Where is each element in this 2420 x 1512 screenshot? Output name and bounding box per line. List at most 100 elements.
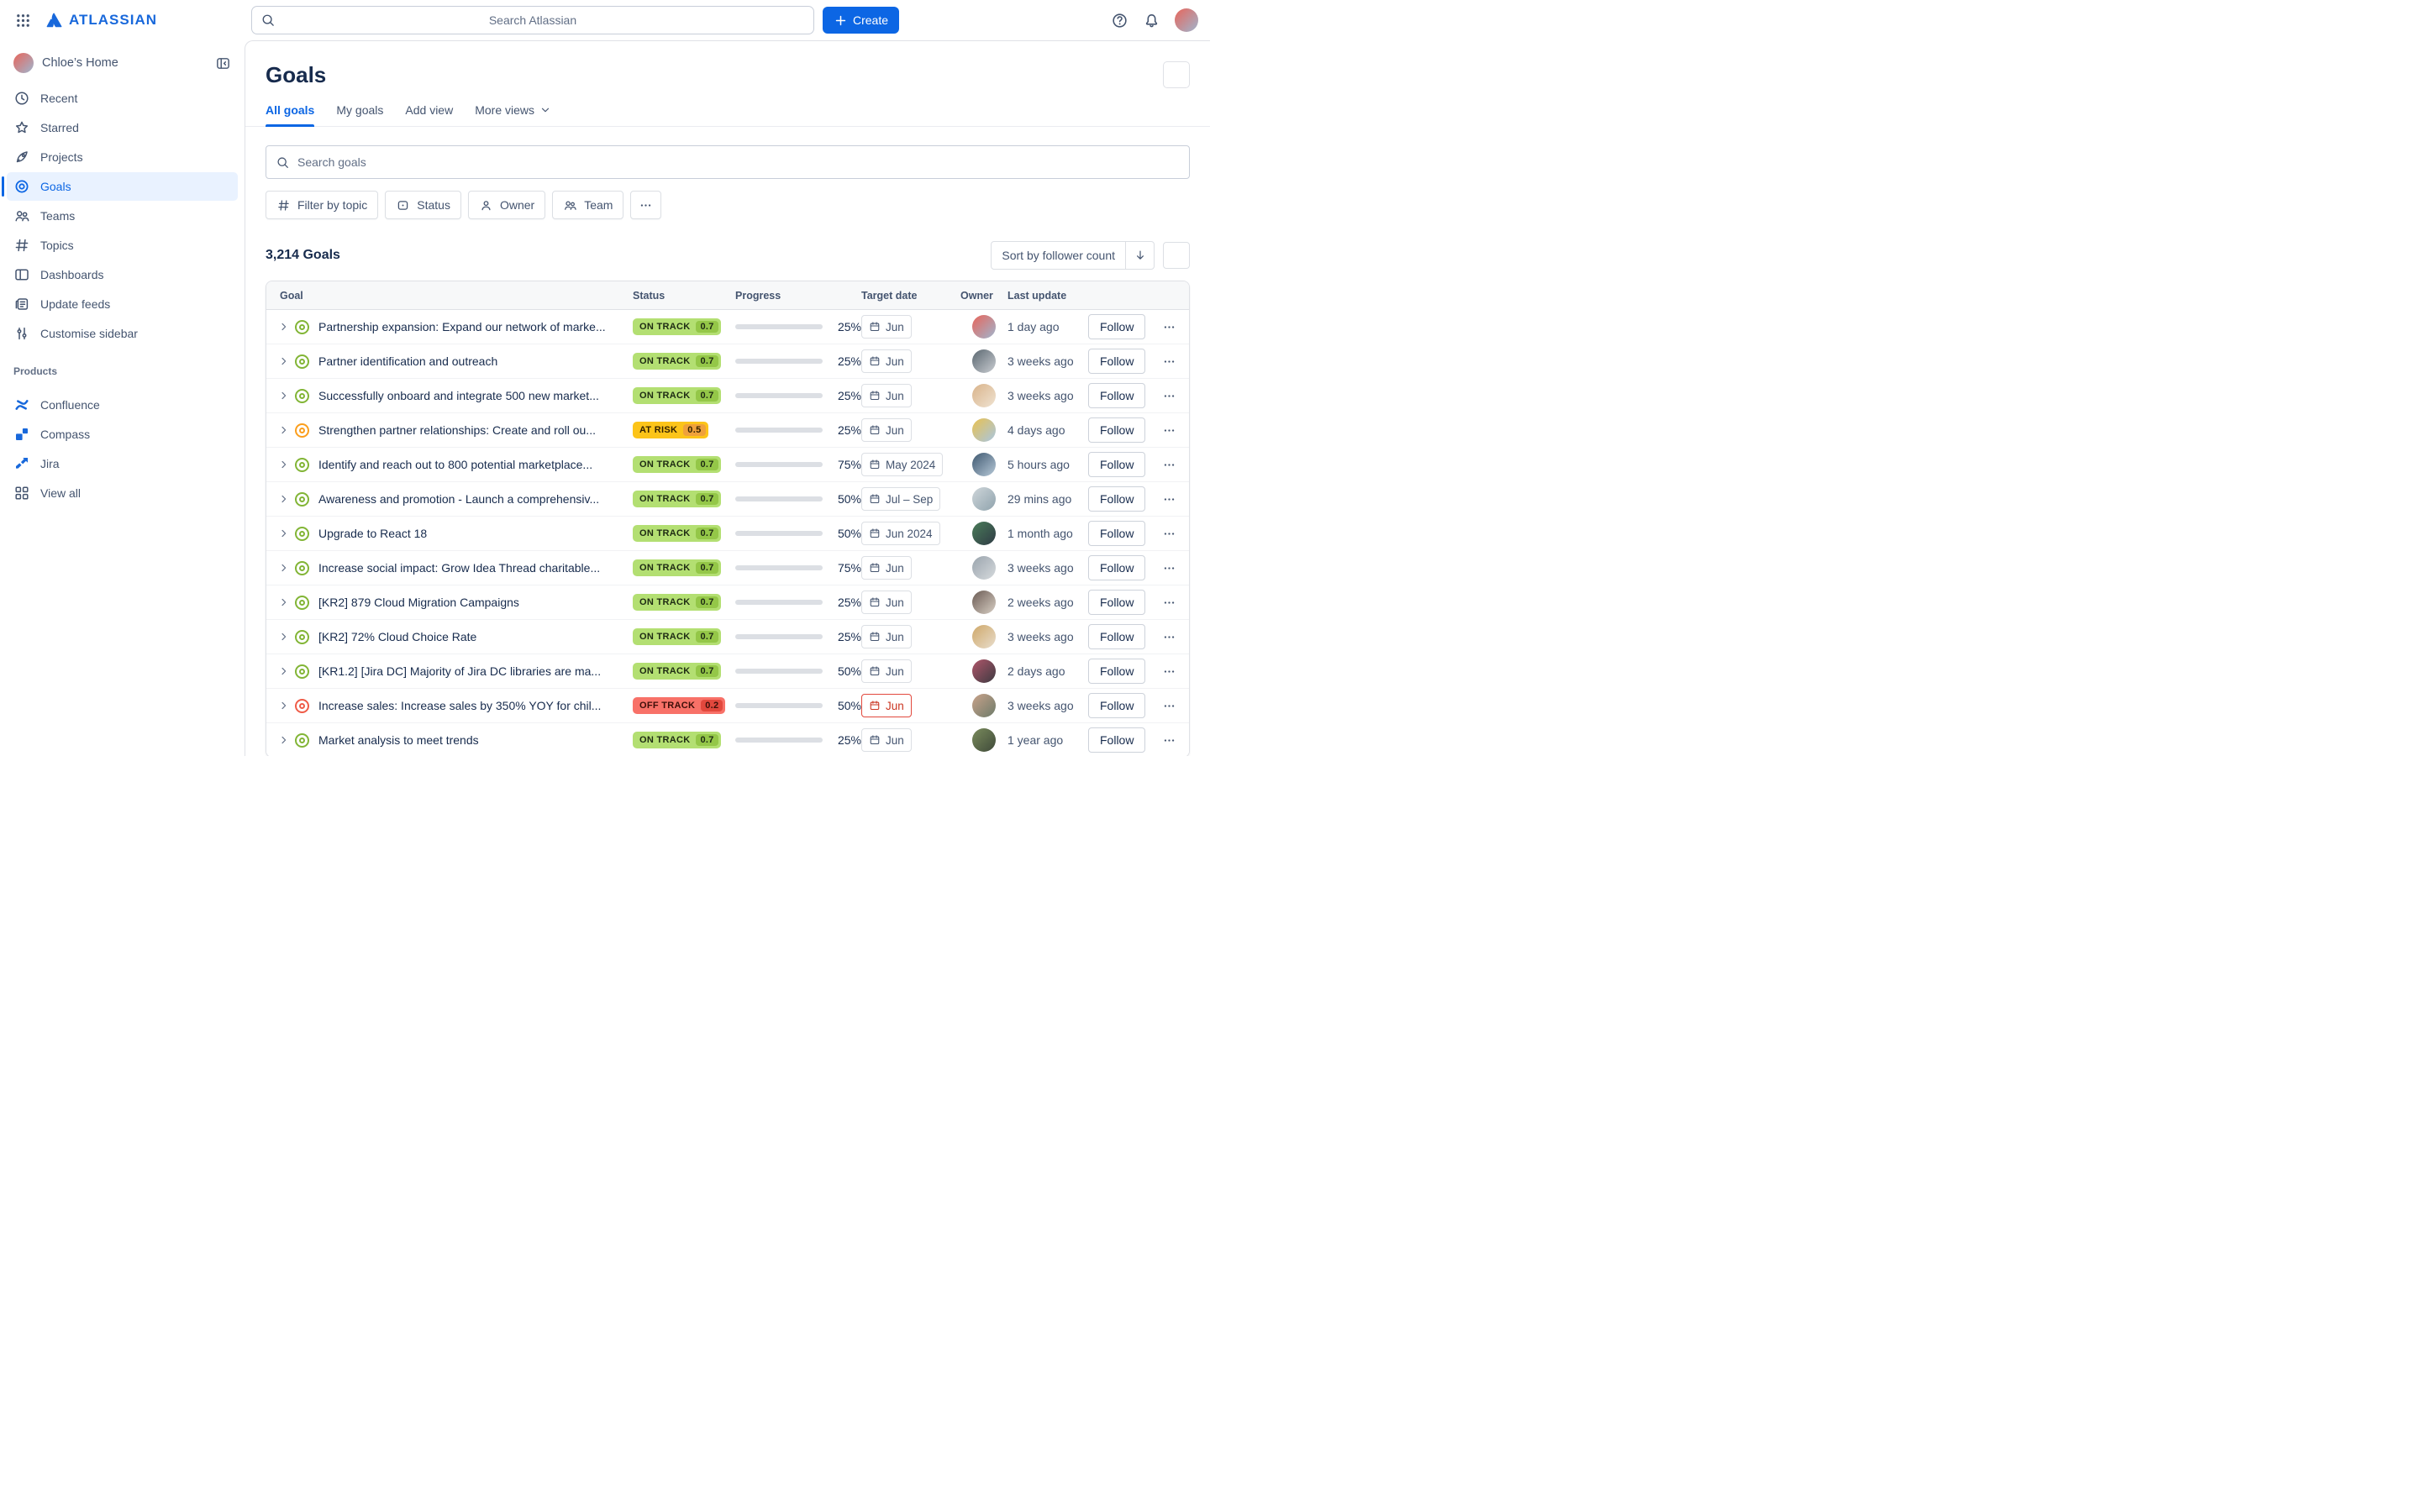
goal-title[interactable]: Identify and reach out to 800 potential …	[318, 448, 633, 481]
follow-button[interactable]: Follow	[1088, 693, 1145, 718]
bell-icon[interactable]	[1143, 12, 1160, 29]
row-menu-button[interactable]	[1154, 664, 1184, 679]
expand-row-chevron-icon[interactable]	[273, 458, 295, 471]
row-menu-button[interactable]	[1154, 458, 1184, 472]
expand-row-chevron-icon[interactable]	[273, 389, 295, 402]
owner-avatar[interactable]	[972, 659, 996, 683]
sidebar-item-jira[interactable]: Jira	[7, 449, 238, 478]
row-menu-button[interactable]	[1154, 733, 1184, 748]
owner-avatar[interactable]	[972, 694, 996, 717]
row-menu-button[interactable]	[1154, 699, 1184, 713]
sidebar-item-confluence[interactable]: Confluence	[7, 391, 238, 419]
column-header-goal[interactable]: Goal	[273, 290, 633, 302]
row-menu-button[interactable]	[1154, 354, 1184, 369]
user-avatar[interactable]	[1175, 8, 1198, 32]
target-date-chip[interactable]: Jun	[861, 349, 912, 373]
search-goals-input[interactable]: Search goals	[266, 145, 1190, 179]
owner-avatar[interactable]	[972, 418, 996, 442]
column-header-owner[interactable]: Owner	[960, 290, 1007, 302]
follow-button[interactable]: Follow	[1088, 590, 1145, 615]
collapse-sidebar-icon[interactable]	[215, 55, 231, 71]
help-icon[interactable]	[1111, 12, 1128, 29]
follow-button[interactable]: Follow	[1088, 521, 1145, 546]
page-menu-button[interactable]	[1163, 61, 1190, 88]
expand-row-chevron-icon[interactable]	[273, 596, 295, 609]
owner-avatar[interactable]	[972, 591, 996, 614]
tab-more-views[interactable]: More views	[475, 103, 552, 126]
expand-row-chevron-icon[interactable]	[273, 561, 295, 575]
goal-title[interactable]: Strengthen partner relationships: Create…	[318, 413, 633, 447]
filter-team[interactable]: Team	[552, 191, 623, 219]
tab-add-view[interactable]: Add view	[405, 103, 453, 126]
owner-avatar[interactable]	[972, 487, 996, 511]
global-search-input[interactable]: Search Atlassian	[251, 6, 814, 34]
target-date-chip[interactable]: Jun	[861, 591, 912, 614]
sort-direction-button[interactable]	[1125, 242, 1154, 269]
expand-row-chevron-icon[interactable]	[273, 423, 295, 437]
app-grid-icon[interactable]	[12, 9, 34, 31]
target-date-chip[interactable]: Jun 2024	[861, 522, 940, 545]
sidebar-item-recent[interactable]: Recent	[7, 84, 238, 113]
target-date-chip[interactable]: Jul – Sep	[861, 487, 940, 511]
row-menu-button[interactable]	[1154, 423, 1184, 438]
owner-avatar[interactable]	[972, 625, 996, 648]
column-header-target-date[interactable]: Target date	[861, 290, 960, 302]
goal-title[interactable]: [KR2] 879 Cloud Migration Campaigns	[318, 585, 633, 619]
tab-my-goals[interactable]: My goals	[336, 103, 383, 126]
row-menu-button[interactable]	[1154, 596, 1184, 610]
target-date-chip[interactable]: Jun	[861, 625, 912, 648]
sidebar-item-home[interactable]: Chloe’s Home	[7, 49, 238, 77]
column-header-last-update[interactable]: Last update	[1007, 290, 1088, 302]
goal-title[interactable]: Successfully onboard and integrate 500 n…	[318, 379, 633, 412]
filter-status[interactable]: Status	[385, 191, 461, 219]
column-header-progress[interactable]: Progress	[735, 290, 861, 302]
row-menu-button[interactable]	[1154, 320, 1184, 334]
target-date-chip[interactable]: Jun	[861, 694, 912, 717]
sidebar-item-view-all[interactable]: View all	[7, 479, 238, 507]
sidebar-item-starred[interactable]: Starred	[7, 113, 238, 142]
row-menu-button[interactable]	[1154, 527, 1184, 541]
sidebar-item-projects[interactable]: Projects	[7, 143, 238, 171]
expand-row-chevron-icon[interactable]	[273, 354, 295, 368]
configure-columns-button[interactable]	[1163, 242, 1190, 269]
follow-button[interactable]: Follow	[1088, 624, 1145, 649]
column-header-status[interactable]: Status	[633, 290, 735, 302]
goal-title[interactable]: Upgrade to React 18	[318, 517, 633, 550]
expand-row-chevron-icon[interactable]	[273, 699, 295, 712]
row-menu-button[interactable]	[1154, 630, 1184, 644]
filter-owner[interactable]: Owner	[468, 191, 545, 219]
follow-button[interactable]: Follow	[1088, 417, 1145, 443]
sidebar-item-goals[interactable]: Goals	[7, 172, 238, 201]
owner-avatar[interactable]	[972, 556, 996, 580]
target-date-chip[interactable]: Jun	[861, 384, 912, 407]
target-date-chip[interactable]: Jun	[861, 418, 912, 442]
filter-more-button[interactable]	[630, 191, 661, 219]
row-menu-button[interactable]	[1154, 389, 1184, 403]
owner-avatar[interactable]	[972, 453, 996, 476]
sidebar-item-topics[interactable]: Topics	[7, 231, 238, 260]
sidebar-item-customise-sidebar[interactable]: Customise sidebar	[7, 319, 238, 348]
follow-button[interactable]: Follow	[1088, 383, 1145, 408]
follow-button[interactable]: Follow	[1088, 555, 1145, 580]
filter-filter-by-topic[interactable]: Filter by topic	[266, 191, 378, 219]
goal-title[interactable]: [KR1.2] [Jira DC] Majority of Jira DC li…	[318, 654, 633, 688]
owner-avatar[interactable]	[972, 728, 996, 752]
goal-title[interactable]: Awareness and promotion - Launch a compr…	[318, 482, 633, 516]
follow-button[interactable]: Follow	[1088, 314, 1145, 339]
expand-row-chevron-icon[interactable]	[273, 630, 295, 643]
expand-row-chevron-icon[interactable]	[273, 664, 295, 678]
expand-row-chevron-icon[interactable]	[273, 320, 295, 333]
follow-button[interactable]: Follow	[1088, 486, 1145, 512]
atlassian-logo[interactable]: ATLASSIAN	[44, 10, 157, 30]
target-date-chip[interactable]: Jun	[861, 556, 912, 580]
goal-title[interactable]: Increase social impact: Grow Idea Thread…	[318, 551, 633, 585]
follow-button[interactable]: Follow	[1088, 452, 1145, 477]
follow-button[interactable]: Follow	[1088, 727, 1145, 753]
follow-button[interactable]: Follow	[1088, 659, 1145, 684]
sort-control[interactable]: Sort by follower count	[991, 241, 1155, 270]
goal-title[interactable]: Market analysis to meet trends	[318, 723, 633, 756]
row-menu-button[interactable]	[1154, 492, 1184, 507]
row-menu-button[interactable]	[1154, 561, 1184, 575]
sidebar-item-teams[interactable]: Teams	[7, 202, 238, 230]
tab-all-goals[interactable]: All goals	[266, 103, 314, 126]
